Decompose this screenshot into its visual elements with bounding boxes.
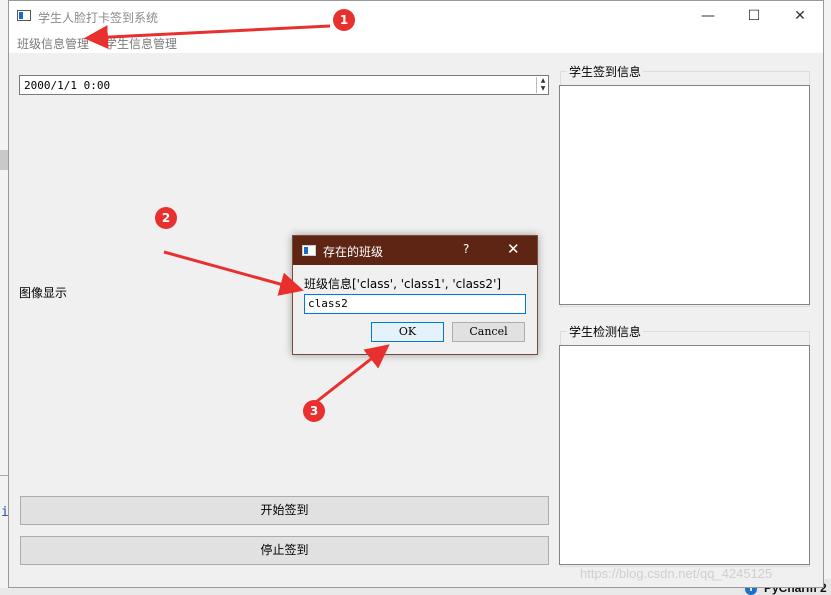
signin-info-list[interactable] <box>559 85 810 305</box>
datetime-edit[interactable]: 2000/1/1 0:00 ▲ ▼ <box>19 75 549 95</box>
minimize-button[interactable]: — <box>685 1 731 31</box>
datetime-spinner[interactable]: ▲ ▼ <box>536 77 549 93</box>
dialog-window-icon <box>302 245 316 256</box>
close-button[interactable]: ✕ <box>777 1 823 31</box>
background-bottom <box>0 588 831 595</box>
background-divider <box>0 475 8 476</box>
image-display-label: 图像显示 <box>19 286 68 300</box>
window-title: 学生人脸打卡签到系统 <box>38 11 159 25</box>
annotation-badge-1: 1 <box>333 9 355 31</box>
class-name-input[interactable]: class2 <box>304 294 526 314</box>
annotation-badge-3: 3 <box>303 400 325 422</box>
start-signin-button[interactable]: 开始签到 <box>20 496 549 525</box>
menu-class-info[interactable]: 班级信息管理 <box>17 35 89 52</box>
help-icon[interactable]: ? <box>463 242 469 256</box>
stop-signin-button[interactable]: 停止签到 <box>20 536 549 565</box>
datetime-value: 2000/1/1 0:00 <box>24 79 111 92</box>
spin-down-icon[interactable]: ▼ <box>537 85 549 93</box>
watermark: https://blog.csdn.net/qq_4245125 <box>580 566 773 581</box>
dialog-close-icon[interactable]: ✕ <box>507 240 520 258</box>
class-dialog: 存在的班级 ? ✕ 班级信息['class', 'class1', 'class… <box>292 235 538 355</box>
title-bar: 学生人脸打卡签到系统 — ☐ ✕ <box>9 1 823 31</box>
maximize-button[interactable]: ☐ <box>731 1 777 31</box>
dialog-title: 存在的班级 <box>323 245 384 259</box>
ok-button[interactable]: OK <box>371 322 444 342</box>
background-right <box>824 0 831 595</box>
signin-info-title: 学生签到信息 <box>567 63 644 80</box>
cancel-button[interactable]: Cancel <box>452 322 525 342</box>
detect-info-list[interactable] <box>559 345 810 565</box>
menu-student-info[interactable]: 学生信息管理 <box>105 35 177 52</box>
spin-up-icon[interactable]: ▲ <box>537 77 549 85</box>
app-window-icon <box>17 10 31 21</box>
class-info-label: 班级信息['class', 'class1', 'class2'] <box>304 277 502 291</box>
detect-info-title: 学生检测信息 <box>567 323 644 340</box>
annotation-badge-2: 2 <box>155 207 177 229</box>
background-strip <box>0 150 8 170</box>
dialog-title-bar: 存在的班级 ? ✕ <box>293 236 537 265</box>
